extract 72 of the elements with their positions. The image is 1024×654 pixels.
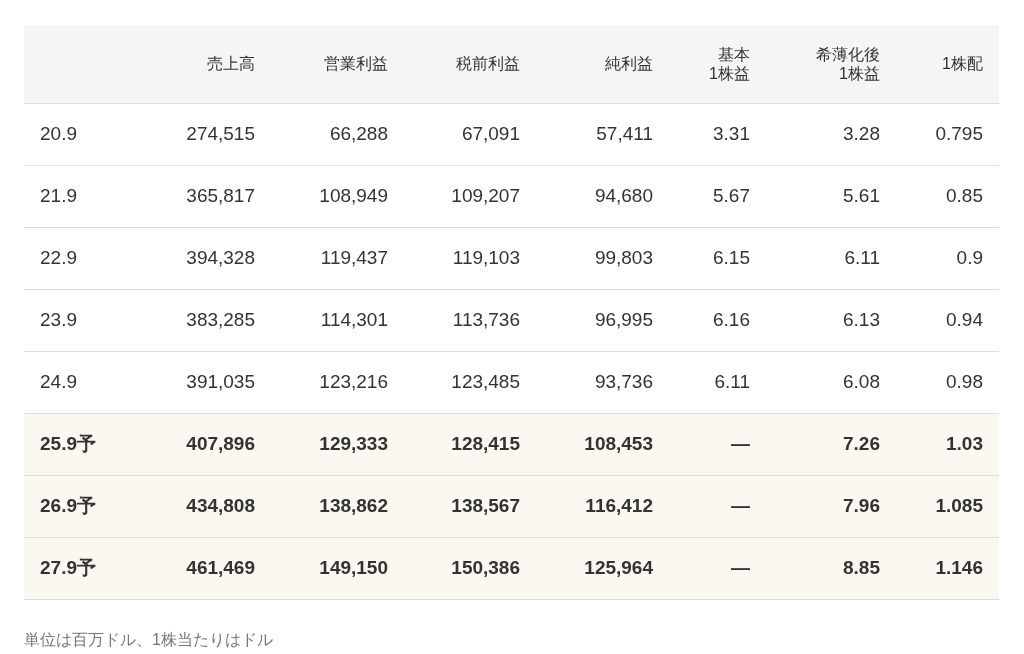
table-cell: 274,515 <box>150 103 271 165</box>
unit-note: 単位は百万ドル、1株当たりはドル <box>24 629 274 650</box>
table-cell: 6.08 <box>766 351 896 413</box>
table-cell: 129,333 <box>271 413 404 475</box>
table-cell: 407,896 <box>150 413 271 475</box>
table-cell: 0.9 <box>896 227 999 289</box>
table-cell: 94,680 <box>536 165 669 227</box>
table-cell: 3.31 <box>669 103 766 165</box>
column-header: 希薄化後 1株益 <box>766 25 896 103</box>
table-cell: 365,817 <box>150 165 271 227</box>
table-cell: 6.13 <box>766 289 896 351</box>
table-cell: 1.03 <box>896 413 999 475</box>
table-cell: 138,862 <box>271 475 404 537</box>
table-cell: 6.15 <box>669 227 766 289</box>
period-cell: 20.9 <box>24 103 150 165</box>
table-cell: 0.795 <box>896 103 999 165</box>
period-cell: 23.9 <box>24 289 150 351</box>
table-cell: 113,736 <box>404 289 536 351</box>
table-cell: 3.28 <box>766 103 896 165</box>
table-cell: 96,995 <box>536 289 669 351</box>
column-header: 1株配 <box>896 25 999 103</box>
period-cell: 25.9予 <box>24 413 150 475</box>
column-header: 純利益 <box>536 25 669 103</box>
column-header: 売上高 <box>150 25 271 103</box>
period-cell: 26.9予 <box>24 475 150 537</box>
table-cell: 138,567 <box>404 475 536 537</box>
table-cell: 394,328 <box>150 227 271 289</box>
table-cell: 1.146 <box>896 537 999 599</box>
table-cell: 0.98 <box>896 351 999 413</box>
table-cell: 5.67 <box>669 165 766 227</box>
column-header: 基本 1株益 <box>669 25 766 103</box>
table-cell: 119,437 <box>271 227 404 289</box>
table-cell: 57,411 <box>536 103 669 165</box>
table-cell: — <box>669 537 766 599</box>
table-cell: 1.085 <box>896 475 999 537</box>
table-cell: 116,412 <box>536 475 669 537</box>
table-cell: 109,207 <box>404 165 536 227</box>
table-cell: 123,485 <box>404 351 536 413</box>
table-cell: 7.26 <box>766 413 896 475</box>
table-cell: 128,415 <box>404 413 536 475</box>
table-cell: 67,091 <box>404 103 536 165</box>
table-cell: 99,803 <box>536 227 669 289</box>
table-cell: — <box>669 413 766 475</box>
table-cell: 0.94 <box>896 289 999 351</box>
table-cell: 0.85 <box>896 165 999 227</box>
table-cell: 149,150 <box>271 537 404 599</box>
table-cell: 108,949 <box>271 165 404 227</box>
table-cell: 108,453 <box>536 413 669 475</box>
table-cell: 150,386 <box>404 537 536 599</box>
column-header: 税前利益 <box>404 25 536 103</box>
table-cell: 123,216 <box>271 351 404 413</box>
table-cell: 114,301 <box>271 289 404 351</box>
table-cell: 6.11 <box>669 351 766 413</box>
table-cell: 391,035 <box>150 351 271 413</box>
table-cell: 6.11 <box>766 227 896 289</box>
column-header: 営業利益 <box>271 25 404 103</box>
table-cell: 434,808 <box>150 475 271 537</box>
period-cell: 24.9 <box>24 351 150 413</box>
table-cell: 93,736 <box>536 351 669 413</box>
table-cell: 125,964 <box>536 537 669 599</box>
period-cell: 22.9 <box>24 227 150 289</box>
table-cell: 5.61 <box>766 165 896 227</box>
period-cell: 21.9 <box>24 165 150 227</box>
table-cell: 66,288 <box>271 103 404 165</box>
table-cell: 461,469 <box>150 537 271 599</box>
table-cell: 383,285 <box>150 289 271 351</box>
table-cell: — <box>669 475 766 537</box>
table-cell: 7.96 <box>766 475 896 537</box>
table-cell: 6.16 <box>669 289 766 351</box>
table-cell: 8.85 <box>766 537 896 599</box>
period-cell: 27.9予 <box>24 537 150 599</box>
table-cell: 119,103 <box>404 227 536 289</box>
